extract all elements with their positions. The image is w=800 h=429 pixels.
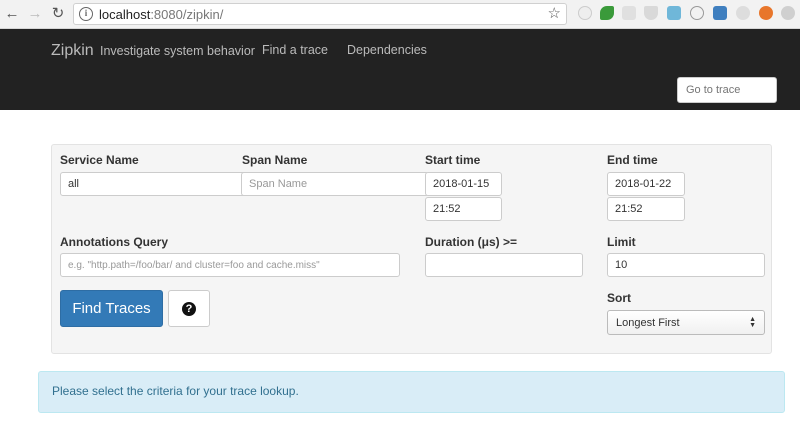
- end-time-input[interactable]: 21:52: [607, 197, 685, 221]
- nav-find-trace[interactable]: Find a trace: [262, 43, 328, 57]
- duration-input[interactable]: [425, 253, 583, 277]
- annotations-query-label: Annotations Query: [60, 235, 169, 249]
- search-panel: Service Name all Span Name Span Name Sta…: [51, 144, 772, 354]
- extension-icon[interactable]: [690, 6, 704, 20]
- extension-icon[interactable]: [713, 6, 727, 20]
- url-text: localhost:8080/zipkin/: [99, 7, 224, 22]
- extension-icon[interactable]: [736, 6, 750, 20]
- sort-select[interactable]: Longest First ▲ ▼: [607, 310, 765, 335]
- extension-icon[interactable]: [600, 6, 614, 20]
- select-arrows-icon: ▲ ▼: [749, 315, 756, 329]
- find-traces-button[interactable]: Find Traces: [60, 290, 163, 327]
- end-date-input[interactable]: 2018-01-22: [607, 172, 685, 196]
- end-time-label: End time: [607, 153, 658, 167]
- service-name-label: Service Name: [60, 153, 139, 167]
- limit-input[interactable]: 10: [607, 253, 765, 277]
- back-icon[interactable]: ←: [3, 5, 21, 23]
- sort-label: Sort: [607, 291, 631, 305]
- help-button[interactable]: ?: [168, 290, 210, 327]
- annotations-query-input[interactable]: e.g. "http.path=/foo/bar/ and cluster=fo…: [60, 253, 400, 277]
- extension-icon[interactable]: [644, 6, 658, 20]
- span-name-select[interactable]: Span Name: [241, 172, 429, 196]
- navbar: Zipkin Investigate system behavior Find …: [0, 29, 800, 110]
- info-icon[interactable]: i: [79, 7, 93, 21]
- address-bar[interactable]: i localhost:8080/zipkin/ ☆: [73, 3, 567, 25]
- extension-icon[interactable]: [622, 6, 636, 20]
- brand-tagline: Investigate system behavior: [100, 44, 255, 58]
- limit-label: Limit: [607, 235, 636, 249]
- forward-icon[interactable]: →: [26, 5, 44, 23]
- start-time-label: Start time: [425, 153, 481, 167]
- service-name-select[interactable]: all: [60, 172, 256, 196]
- reload-icon[interactable]: ↻: [49, 5, 67, 23]
- browser-toolbar: ← → ↻ i localhost:8080/zipkin/ ☆: [0, 0, 800, 29]
- start-time-input[interactable]: 21:52: [425, 197, 502, 221]
- bookmark-star-icon[interactable]: ☆: [548, 4, 561, 22]
- span-name-label: Span Name: [242, 153, 308, 167]
- profile-avatar-icon[interactable]: [781, 6, 795, 20]
- info-alert: Please select the criteria for your trac…: [38, 371, 785, 413]
- start-date-input[interactable]: 2018-01-15: [425, 172, 502, 196]
- goto-trace-input[interactable]: [677, 77, 777, 103]
- extension-icon[interactable]: [667, 6, 681, 20]
- sort-selected-value: Longest First: [616, 316, 680, 329]
- brand-logo[interactable]: Zipkin: [51, 42, 94, 60]
- extension-icon[interactable]: [759, 6, 773, 20]
- duration-label: Duration (μs) >=: [425, 235, 518, 249]
- extension-icon[interactable]: [578, 6, 592, 20]
- nav-dependencies[interactable]: Dependencies: [347, 43, 427, 57]
- question-circle-icon: ?: [182, 301, 196, 316]
